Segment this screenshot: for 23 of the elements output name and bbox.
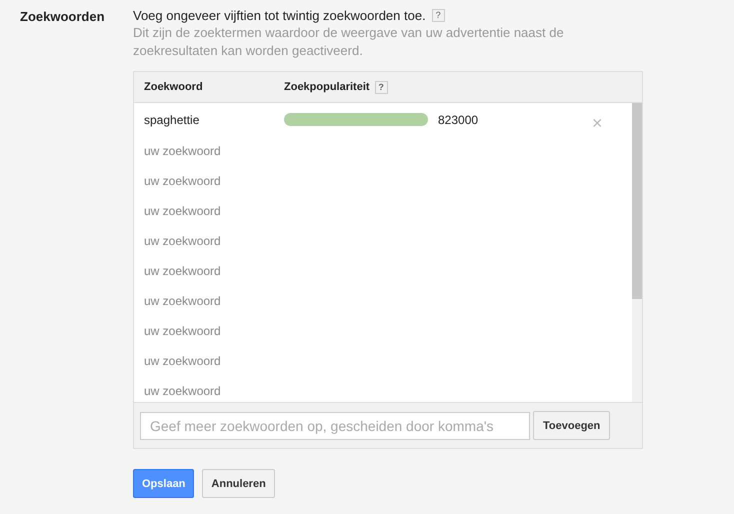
keyword-input[interactable]: uw zoekwoord: [134, 234, 344, 248]
column-header: Zoekpopulariteit: [284, 81, 370, 93]
help-icon[interactable]: ?: [432, 9, 445, 22]
keyword-input[interactable]: uw zoekwoord: [134, 324, 344, 338]
keyword-input[interactable]: uw zoekwoord: [134, 264, 344, 278]
description-text: Dit zijn de zoektermen waardoor de weergave van uw advertentie naast de zoekresultaten kan worden geactiveerd.: [133, 24, 565, 60]
keywords-input[interactable]: Geef meer zoekwoorden op, gescheiden door komma's: [140, 412, 530, 440]
section-label: Zoekwoorden: [20, 8, 106, 26]
save-button[interactable]: Opslaan: [133, 469, 194, 498]
keyword-input[interactable]: uw zoekwoord: [134, 144, 344, 158]
help-icon[interactable]: ?: [374, 80, 388, 94]
keyword-input[interactable]: uw zoekwoord: [134, 354, 344, 368]
keyword-input[interactable]: uw zoekwoord: [134, 294, 344, 308]
add-button[interactable]: Toevoegen: [533, 411, 610, 440]
popularity-count: 823000: [438, 112, 478, 126]
keyword-text: spaghettie: [143, 112, 200, 126]
scrollbar-thumb[interactable]: [632, 103, 642, 299]
instruction-text: Voeg ongeveer vijftien tot twintig zoekwoorden toe.: [133, 8, 426, 23]
keyword-input[interactable]: uw zoekwoord: [134, 384, 344, 398]
cancel-button[interactable]: Annuleren: [202, 469, 275, 498]
column-header: Zoekwoord: [144, 81, 203, 93]
keyword-input[interactable]: uw zoekwoord: [134, 174, 344, 188]
keyword-input[interactable]: uw zoekwoord: [134, 204, 344, 218]
